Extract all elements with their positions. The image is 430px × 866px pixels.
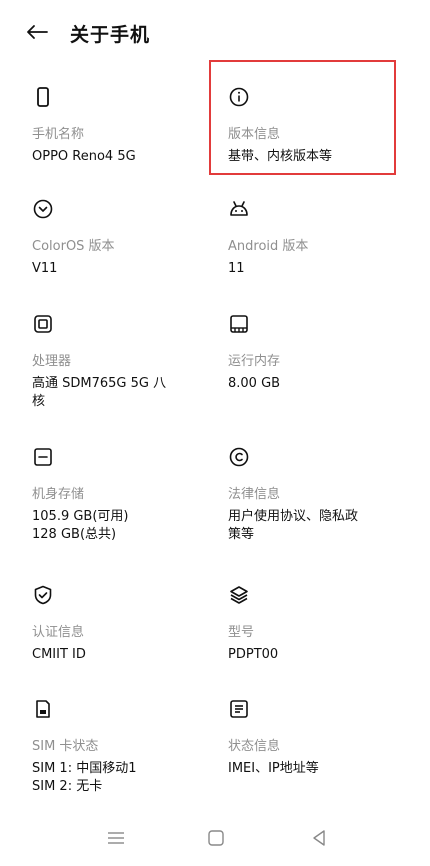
phone-icon [37,87,49,107]
menu-icon [108,832,124,844]
item-model[interactable]: 型号 PDPT00 [228,584,413,664]
item-label: Android 版本 [228,239,309,254]
item-version-info[interactable]: 版本信息 基带、内核版本等 [228,86,413,166]
item-value: 高通 SDM765G 5G 八 核 [32,376,167,409]
item-device-name[interactable]: 手机名称 OPPO Reno4 5G [32,86,217,166]
info-icon [229,87,249,107]
item-status-info[interactable]: 状态信息 IMEI、IP地址等 [228,698,413,778]
item-value: OPPO Reno4 5G [32,149,136,164]
square-icon [208,830,224,846]
item-value: CMIIT ID [32,647,86,662]
item-label: SIM 卡状态 [32,739,99,754]
item-value: IMEI、IP地址等 [228,761,319,776]
item-value: PDPT00 [228,647,279,662]
item-label: 运行内存 [228,354,281,369]
item-value: 8.00 GB [228,376,281,391]
coloros-chevron-circle-icon [33,199,53,219]
item-ram[interactable]: 运行内存 8.00 GB [228,313,413,393]
chip-icon [34,315,52,333]
item-label: 型号 [228,625,255,640]
item-processor[interactable]: 处理器 高通 SDM765G 5G 八 核 [32,313,217,411]
triangle-back-icon [313,830,325,846]
storage-icon [34,448,52,466]
item-certification[interactable]: 认证信息 CMIIT ID [32,584,217,664]
item-label: 版本信息 [228,127,281,142]
android-icon [230,201,248,216]
item-label: ColorOS 版本 [32,239,115,254]
header-bar: 关于手机 [0,0,430,64]
recent-apps-button[interactable] [103,826,129,850]
sim-card-icon [36,700,50,718]
home-button[interactable] [203,826,229,850]
item-coloros-version[interactable]: ColorOS 版本 V11 [32,198,217,278]
copyright-icon [229,447,249,467]
memory-icon [230,315,248,333]
layers-icon [230,586,248,604]
item-value: V11 [32,261,58,276]
item-label: 机身存储 [32,487,85,502]
system-navigation-bar [0,812,430,866]
item-storage[interactable]: 机身存储 105.9 GB(可用) 128 GB(总共) [32,446,217,544]
back-button[interactable] [24,20,50,44]
item-value: 用户使用协议、隐私政 策等 [228,509,359,542]
item-android-version[interactable]: Android 版本 11 [228,198,413,278]
back-nav-button[interactable] [306,826,332,850]
item-value: 基带、内核版本等 [228,149,333,164]
status-document-icon [230,700,248,718]
item-label: 认证信息 [32,625,85,640]
item-value: 11 [228,261,245,276]
item-label: 手机名称 [32,127,85,142]
item-value: 105.9 GB(可用) 128 GB(总共) [32,509,129,542]
item-label: 处理器 [32,354,72,369]
page-title: 关于手机 [70,24,151,46]
item-legal-info[interactable]: 法律信息 用户使用协议、隐私政 策等 [228,446,413,544]
item-value: SIM 1: 中国移动1 SIM 2: 无卡 [32,761,137,794]
item-sim-status[interactable]: SIM 卡状态 SIM 1: 中国移动1 SIM 2: 无卡 [32,698,217,796]
shield-check-icon [34,585,52,605]
arrow-left-icon [27,25,48,39]
item-label: 法律信息 [228,487,281,502]
item-label: 状态信息 [228,739,281,754]
